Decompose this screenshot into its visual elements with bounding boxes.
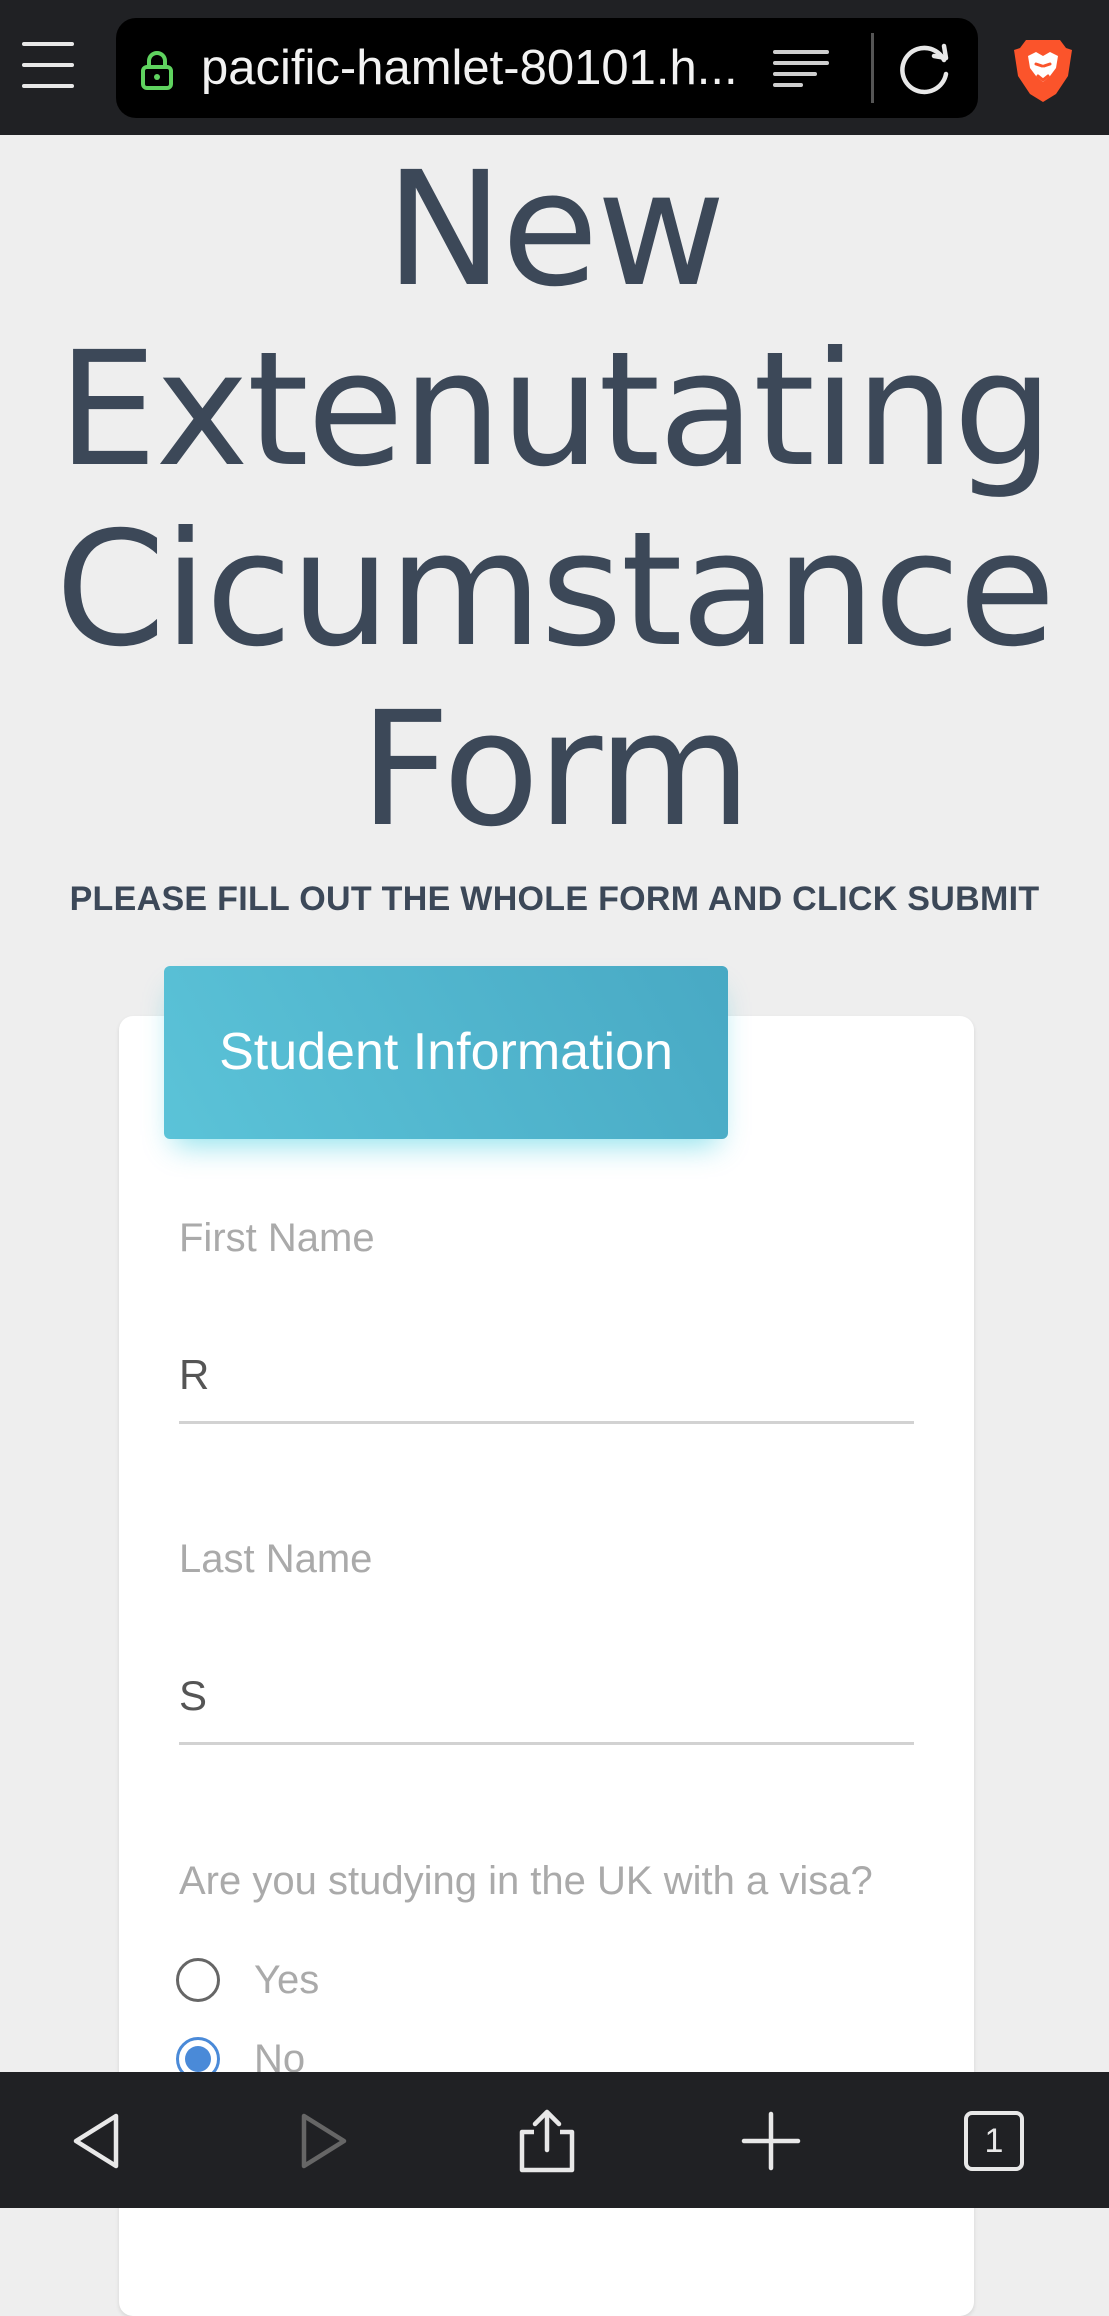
brave-lion-icon[interactable] — [1012, 36, 1074, 104]
radio-yes-label: Yes — [254, 1958, 320, 2002]
url-divider — [871, 33, 874, 103]
hamburger-menu-icon[interactable] — [22, 42, 74, 94]
page-title-line: Cicumstance — [55, 498, 1055, 682]
first-name-input[interactable] — [179, 1328, 914, 1424]
url-text[interactable]: pacific-hamlet-80101.h... — [201, 40, 771, 96]
tabs-icon[interactable]: 1 — [964, 2111, 1024, 2171]
page-title-line: New — [385, 138, 726, 322]
reader-mode-icon[interactable] — [771, 46, 831, 92]
lock-icon — [141, 51, 173, 90]
form-instructions: PLEASE FILL OUT THE WHOLE FORM AND CLICK… — [69, 880, 1040, 918]
browser-bottom-bar: 1 — [0, 2072, 1109, 2208]
share-icon[interactable] — [514, 2108, 580, 2174]
section-header-student-information: Student Information — [164, 966, 728, 1139]
page-title-line: Form — [359, 678, 751, 862]
page-title-line: Extenutating — [57, 318, 1054, 502]
new-tab-icon[interactable] — [738, 2108, 804, 2174]
reload-icon[interactable] — [896, 38, 956, 98]
page-title: New Extenutating Cicumstance Form — [20, 140, 1089, 860]
last-name-label: Last Name — [179, 1537, 373, 1581]
last-name-input[interactable] — [179, 1649, 914, 1745]
visa-question-label: Are you studying in the UK with a visa? — [179, 1859, 873, 1903]
address-bar[interactable]: pacific-hamlet-80101.h... — [116, 18, 978, 118]
browser-top-bar: pacific-hamlet-80101.h... — [0, 0, 1109, 135]
first-name-label: First Name — [179, 1216, 375, 1260]
back-icon[interactable] — [64, 2108, 130, 2174]
forward-icon[interactable] — [290, 2108, 356, 2174]
radio-yes[interactable] — [176, 1958, 220, 2002]
